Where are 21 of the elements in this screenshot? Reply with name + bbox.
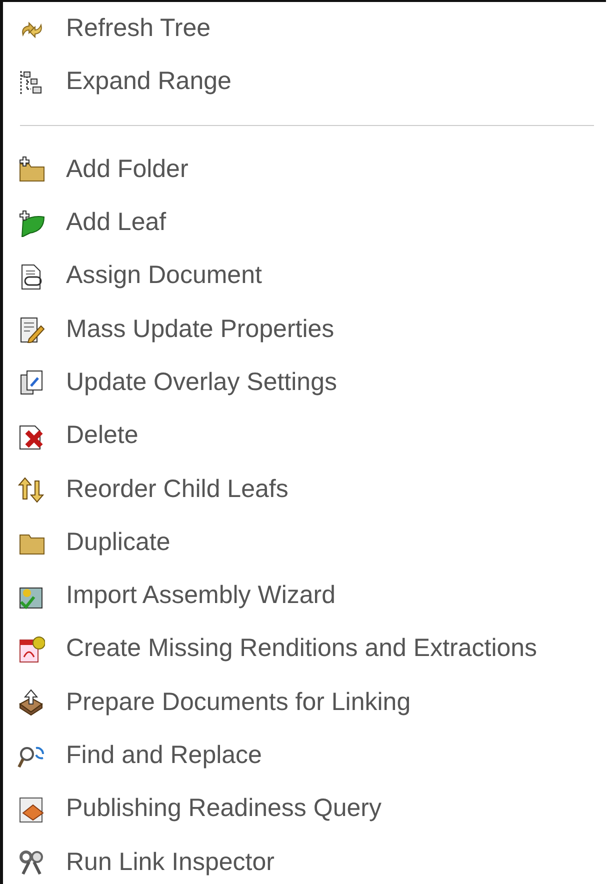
- menu-item[interactable]: Reorder Child Leafs: [3, 462, 606, 516]
- menu-item[interactable]: Mass Update Properties: [3, 302, 606, 356]
- leaf-plus-icon: [17, 208, 45, 237]
- menu-item[interactable]: Expand Range: [3, 55, 606, 109]
- menu-item[interactable]: Assign Document: [3, 249, 606, 302]
- menu-item[interactable]: Run Link Inspector: [3, 835, 606, 884]
- menu-item[interactable]: Add Folder: [3, 142, 606, 196]
- menu-item[interactable]: Delete: [3, 409, 606, 462]
- menu-item[interactable]: Create Missing Renditions and Extractions: [3, 622, 606, 676]
- menu-item[interactable]: Import Assembly Wizard: [3, 568, 606, 622]
- menu-item[interactable]: Prepare Documents for Linking: [3, 676, 606, 729]
- menu-item[interactable]: Update Overlay Settings: [3, 356, 606, 410]
- folder-plus-icon: [17, 155, 45, 184]
- menu-item[interactable]: Find and Replace: [3, 728, 606, 782]
- arrows-icon: [17, 475, 45, 504]
- menu-item[interactable]: Refresh Tree: [3, 2, 606, 56]
- menu-item[interactable]: Publishing Readiness Query: [3, 782, 606, 836]
- menu-item[interactable]: Add Leaf: [3, 196, 606, 250]
- book-icon: [17, 794, 45, 823]
- menu-item[interactable]: Duplicate: [3, 516, 606, 569]
- box-arrow-icon: [17, 688, 45, 716]
